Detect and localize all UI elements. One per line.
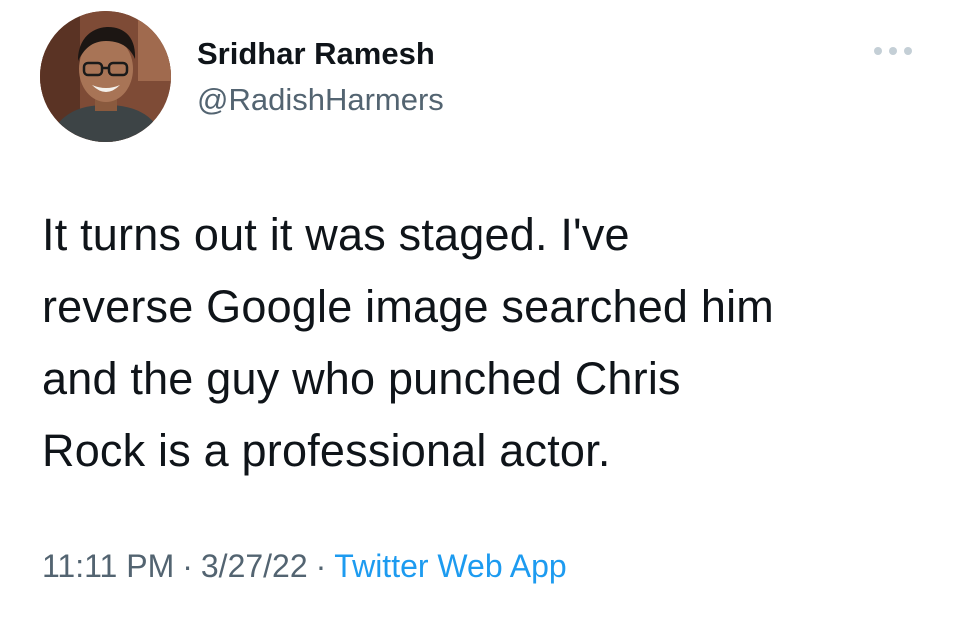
more-options-button[interactable] <box>868 38 918 64</box>
tweet-source-link[interactable]: Twitter Web App <box>334 548 566 584</box>
more-horizontal-icon <box>874 47 912 55</box>
tweet-text-line: reverse Google image searched him <box>42 281 774 332</box>
author-handle[interactable]: @RadishHarmers <box>197 82 444 118</box>
tweet-text-line: Rock is a professional actor. <box>42 425 611 476</box>
avatar-photo <box>40 11 171 142</box>
meta-separator: · <box>315 548 327 584</box>
tweet-text: It turns out it was staged. I've reverse… <box>42 199 922 487</box>
tweet-text-line: It turns out it was staged. I've <box>42 209 630 260</box>
avatar[interactable] <box>40 11 171 142</box>
meta-separator: · <box>182 548 193 584</box>
tweet-date[interactable]: 3/27/22 <box>201 548 308 584</box>
author-display-name[interactable]: Sridhar Ramesh <box>197 36 435 72</box>
tweet-text-line: and the guy who punched Chris <box>42 353 681 404</box>
tweet-meta: 11:11 PM · 3/27/22 · Twitter Web App <box>42 548 567 585</box>
tweet-card: Sridhar Ramesh @RadishHarmers It turns o… <box>0 0 960 619</box>
tweet-time[interactable]: 11:11 PM <box>42 548 174 584</box>
